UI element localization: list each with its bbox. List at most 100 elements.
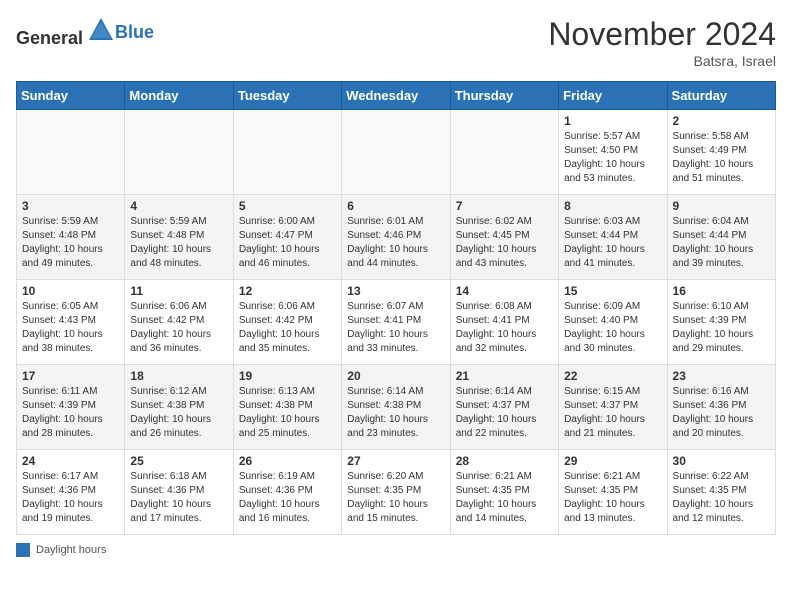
day-number: 16 — [673, 284, 770, 298]
day-number: 26 — [239, 454, 336, 468]
day-number: 20 — [347, 369, 444, 383]
day-number: 25 — [130, 454, 227, 468]
table-row: 26 Sunrise: 6:19 AM Sunset: 4:36 PM Dayli… — [233, 450, 341, 535]
day-number: 12 — [239, 284, 336, 298]
calendar-header-row: SundayMondayTuesdayWednesdayThursdayFrid… — [17, 82, 776, 110]
day-number: 24 — [22, 454, 119, 468]
day-number: 6 — [347, 199, 444, 213]
day-info: Sunrise: 6:06 AM Sunset: 4:42 PM Dayligh… — [239, 300, 336, 356]
table-row: 5Sunrise: 6:00 AM Sunset: 4:47 PM Daylig… — [233, 195, 341, 280]
day-info: Sunrise: 6:14 AM Sunset: 4:38 PM Dayligh… — [347, 385, 444, 441]
day-info: Sunrise: 6:11 AM Sunset: 4:39 PM Dayligh… — [22, 385, 119, 441]
table-row: 25 Sunrise: 6:18 AM Sunset: 4:36 PM Dayli… — [125, 450, 233, 535]
calendar-week-row: 3 Sunrise: 5:59 AM Sunset: 4:48 PM Daylig… — [17, 195, 776, 280]
day-number: 19 — [239, 369, 336, 383]
day-number: 14 — [456, 284, 553, 298]
location-title: Batsra, Israel — [548, 53, 776, 69]
table-row: 21Sunrise: 6:14 AM Sunset: 4:37 PM Dayli… — [450, 365, 558, 450]
day-info: Sunrise: 6:21 AM Sunset: 4:35 PM Dayligh… — [564, 470, 661, 526]
day-header-saturday: Saturday — [667, 82, 775, 110]
table-row: 6 Sunrise: 6:01 AM Sunset: 4:46 PM Daylig… — [342, 195, 450, 280]
table-row: 18 Sunrise: 6:12 AM Sunset: 4:38 PM Dayli… — [125, 365, 233, 450]
day-number: 15 — [564, 284, 661, 298]
month-title: November 2024 — [548, 16, 776, 53]
day-info: Sunrise: 6:09 AM Sunset: 4:40 PM Dayligh… — [564, 300, 661, 356]
day-number: 7 — [456, 199, 553, 213]
table-row: 30Sunrise: 6:22 AM Sunset: 4:35 PM Dayli… — [667, 450, 775, 535]
day-info: Sunrise: 6:18 AM Sunset: 4:36 PM Dayligh… — [130, 470, 227, 526]
legend-color-box — [16, 543, 30, 557]
day-number: 4 — [130, 199, 227, 213]
day-header-sunday: Sunday — [17, 82, 125, 110]
day-number: 11 — [130, 284, 227, 298]
table-row: 1Sunrise: 5:57 AM Sunset: 4:50 PM Daylig… — [559, 110, 667, 195]
day-number: 21 — [456, 369, 553, 383]
day-header-wednesday: Wednesday — [342, 82, 450, 110]
logo: General Blue — [16, 16, 154, 49]
table-row: 2 Sunrise: 5:58 AM Sunset: 4:49 PM Daylig… — [667, 110, 775, 195]
day-info: Sunrise: 6:12 AM Sunset: 4:38 PM Dayligh… — [130, 385, 227, 441]
day-number: 18 — [130, 369, 227, 383]
day-number: 9 — [673, 199, 770, 213]
day-info: Sunrise: 6:13 AM Sunset: 4:38 PM Dayligh… — [239, 385, 336, 441]
day-info: Sunrise: 6:01 AM Sunset: 4:46 PM Dayligh… — [347, 215, 444, 271]
day-number: 1 — [564, 114, 661, 128]
day-info: Sunrise: 6:19 AM Sunset: 4:36 PM Dayligh… — [239, 470, 336, 526]
calendar-week-row: 24 Sunrise: 6:17 AM Sunset: 4:36 PM Dayli… — [17, 450, 776, 535]
day-info: Sunrise: 6:06 AM Sunset: 4:42 PM Dayligh… — [130, 300, 227, 356]
day-header-friday: Friday — [559, 82, 667, 110]
day-info: Sunrise: 6:10 AM Sunset: 4:39 PM Dayligh… — [673, 300, 770, 356]
page-header: General Blue November 2024 Batsra, Israe… — [16, 16, 776, 69]
day-number: 13 — [347, 284, 444, 298]
table-row: 29Sunrise: 6:21 AM Sunset: 4:35 PM Dayli… — [559, 450, 667, 535]
day-info: Sunrise: 6:08 AM Sunset: 4:41 PM Dayligh… — [456, 300, 553, 356]
table-row: 23Sunrise: 6:16 AM Sunset: 4:36 PM Dayli… — [667, 365, 775, 450]
table-row: 16 Sunrise: 6:10 AM Sunset: 4:39 PM Dayli… — [667, 280, 775, 365]
legend: Daylight hours — [16, 543, 106, 557]
table-row — [342, 110, 450, 195]
day-info: Sunrise: 6:04 AM Sunset: 4:44 PM Dayligh… — [673, 215, 770, 271]
day-info: Sunrise: 5:58 AM Sunset: 4:49 PM Dayligh… — [673, 130, 770, 186]
table-row: 4 Sunrise: 5:59 AM Sunset: 4:48 PM Daylig… — [125, 195, 233, 280]
table-row: 3Sunrise: 5:59 AM Sunset: 4:48 PM Daylig… — [17, 195, 125, 280]
day-number: 8 — [564, 199, 661, 213]
day-info: Sunrise: 6:17 AM Sunset: 4:36 PM Dayligh… — [22, 470, 119, 526]
day-info: Sunrise: 6:07 AM Sunset: 4:41 PM Dayligh… — [347, 300, 444, 356]
day-info: Sunrise: 6:21 AM Sunset: 4:35 PM Dayligh… — [456, 470, 553, 526]
table-row: 17 Sunrise: 6:11 AM Sunset: 4:39 PM Dayli… — [17, 365, 125, 450]
table-row — [125, 110, 233, 195]
day-number: 2 — [673, 114, 770, 128]
day-number: 28 — [456, 454, 553, 468]
day-header-monday: Monday — [125, 82, 233, 110]
day-header-thursday: Thursday — [450, 82, 558, 110]
table-row: 14 Sunrise: 6:08 AM Sunset: 4:41 PM Dayli… — [450, 280, 558, 365]
table-row: 11 Sunrise: 6:06 AM Sunset: 4:42 PM Dayli… — [125, 280, 233, 365]
table-row: 24 Sunrise: 6:17 AM Sunset: 4:36 PM Dayli… — [17, 450, 125, 535]
table-row: 10Sunrise: 6:05 AM Sunset: 4:43 PM Dayli… — [17, 280, 125, 365]
table-row: 22 Sunrise: 6:15 AM Sunset: 4:37 PM Dayli… — [559, 365, 667, 450]
calendar-week-row: 17 Sunrise: 6:11 AM Sunset: 4:39 PM Dayli… — [17, 365, 776, 450]
calendar-week-row: 1Sunrise: 5:57 AM Sunset: 4:50 PM Daylig… — [17, 110, 776, 195]
day-number: 17 — [22, 369, 119, 383]
day-info: Sunrise: 6:05 AM Sunset: 4:43 PM Dayligh… — [22, 300, 119, 356]
table-row: 19 Sunrise: 6:13 AM Sunset: 4:38 PM Dayli… — [233, 365, 341, 450]
logo-general: General — [16, 28, 83, 48]
day-number: 22 — [564, 369, 661, 383]
day-number: 23 — [673, 369, 770, 383]
logo-text: General — [16, 16, 115, 49]
logo-blue: Blue — [115, 22, 154, 43]
table-row: 27Sunrise: 6:20 AM Sunset: 4:35 PM Dayli… — [342, 450, 450, 535]
day-info: Sunrise: 6:00 AM Sunset: 4:47 PM Dayligh… — [239, 215, 336, 271]
calendar-week-row: 10Sunrise: 6:05 AM Sunset: 4:43 PM Dayli… — [17, 280, 776, 365]
table-row: 9 Sunrise: 6:04 AM Sunset: 4:44 PM Daylig… — [667, 195, 775, 280]
table-row — [450, 110, 558, 195]
day-info: Sunrise: 6:03 AM Sunset: 4:44 PM Dayligh… — [564, 215, 661, 271]
day-info: Sunrise: 6:15 AM Sunset: 4:37 PM Dayligh… — [564, 385, 661, 441]
day-number: 3 — [22, 199, 119, 213]
day-info: Sunrise: 5:59 AM Sunset: 4:48 PM Dayligh… — [130, 215, 227, 271]
legend-label: Daylight hours — [36, 544, 106, 556]
table-row: 12 Sunrise: 6:06 AM Sunset: 4:42 PM Dayli… — [233, 280, 341, 365]
table-row: 28 Sunrise: 6:21 AM Sunset: 4:35 PM Dayli… — [450, 450, 558, 535]
day-number: 27 — [347, 454, 444, 468]
table-row: 13 Sunrise: 6:07 AM Sunset: 4:41 PM Dayli… — [342, 280, 450, 365]
